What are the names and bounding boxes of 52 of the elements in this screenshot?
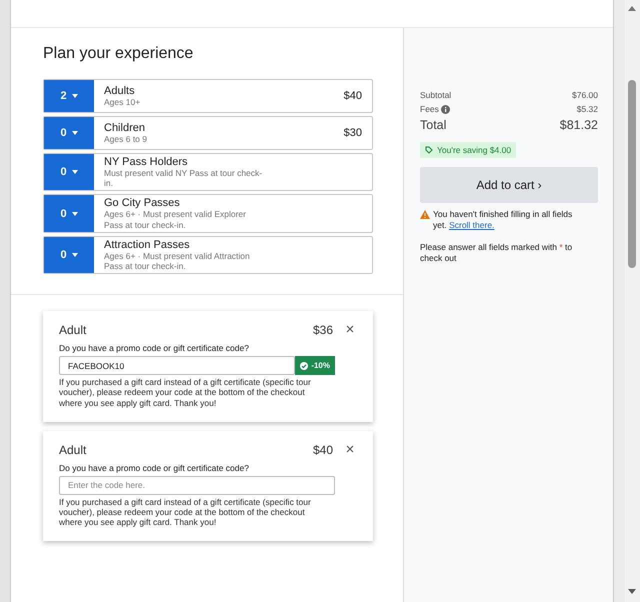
card-price: $36	[312, 323, 333, 338]
required-fields-note: Please answer all fields marked with * to check out	[420, 242, 574, 264]
ticket-note: Ages 6+ · Must present valid Attraction Pass at tour check-in.	[104, 250, 251, 272]
close-button[interactable]: ×	[343, 323, 357, 338]
summary-label: Fees	[420, 103, 439, 116]
quantity-dropdown[interactable]: 0	[44, 195, 94, 232]
quantity-dropdown[interactable]: 0	[44, 236, 94, 274]
summary-label: Subtotal	[420, 89, 452, 102]
quantity-dropdown[interactable]: 0	[44, 154, 94, 190]
scroll-down-icon[interactable]	[628, 589, 636, 594]
caret-icon	[72, 252, 78, 257]
quantity-dropdown[interactable]: 2	[44, 80, 94, 112]
info-icon[interactable]	[440, 104, 450, 114]
section-heading: Plan your experience	[43, 45, 194, 63]
gift-card-note: If you purchased a gift card instead of a gift certificate (specific tour voucher), please redeem your code at the bottom of the checkout where you see apply gift card. Thank you!	[59, 496, 312, 528]
ticket-note: Ages 6+ · Must present valid Explorer Pass at tour check-in.	[104, 209, 247, 230]
scrollbar-thumb[interactable]	[628, 80, 636, 268]
promo-question: Do you have a promo code or gift certificate code?	[59, 462, 250, 473]
summary-label: Total	[420, 117, 446, 134]
summary-value: $76.00	[572, 89, 598, 102]
summary-value: $81.32	[560, 117, 598, 134]
summary-value: $5.32	[576, 103, 598, 116]
add-to-cart-button[interactable]: Add to cart ›	[420, 167, 598, 203]
close-button[interactable]: ×	[343, 442, 357, 457]
card-price: $40	[312, 442, 333, 457]
card-title: Adult	[59, 323, 88, 338]
scroll-up-icon[interactable]	[628, 6, 636, 11]
ticket-name: NY Pass Holders	[104, 156, 189, 168]
gift-card-note: If you purchased a gift card instead of a gift certificate (specific tour voucher), please redeem your code at the bottom of the checkout where you see apply gift card. Thank you!	[59, 377, 312, 408]
discount-badge: -10%	[295, 356, 335, 376]
ticket-name: Children	[104, 122, 146, 134]
ticket-name: Adults	[104, 84, 136, 97]
promo-question: Do you have a promo code or gift certificate code?	[59, 343, 250, 354]
ticket-name: Go City Passes	[104, 197, 181, 210]
ticket-price: $30	[342, 127, 363, 139]
ticket-note: Ages 10+	[104, 96, 142, 108]
card-title: Adult	[59, 442, 88, 457]
caret-icon	[72, 212, 78, 216]
quantity-dropdown[interactable]: 0	[44, 117, 94, 149]
ticket-name: Attraction Passes	[104, 238, 191, 251]
scroll-there-link[interactable]: Scroll there.	[449, 220, 494, 230]
savings-badge: You're saving $4.00	[420, 142, 516, 158]
warning-icon	[420, 210, 430, 219]
ticket-price: $40	[342, 90, 363, 102]
ticket-note: Must present valid NY Pass at tour check-in.	[104, 168, 264, 188]
caret-icon	[72, 131, 78, 135]
caret-icon	[72, 170, 78, 174]
ticket-note: Ages 6 to 9	[104, 134, 148, 144]
warning-message: You haven't finished filling in all fields yet. Scroll there.	[433, 209, 574, 230]
promo-code-field[interactable]: FACEBOOK10	[59, 356, 296, 376]
promo-code-field[interactable]: Enter the code here.	[59, 476, 335, 495]
caret-icon	[72, 94, 78, 98]
